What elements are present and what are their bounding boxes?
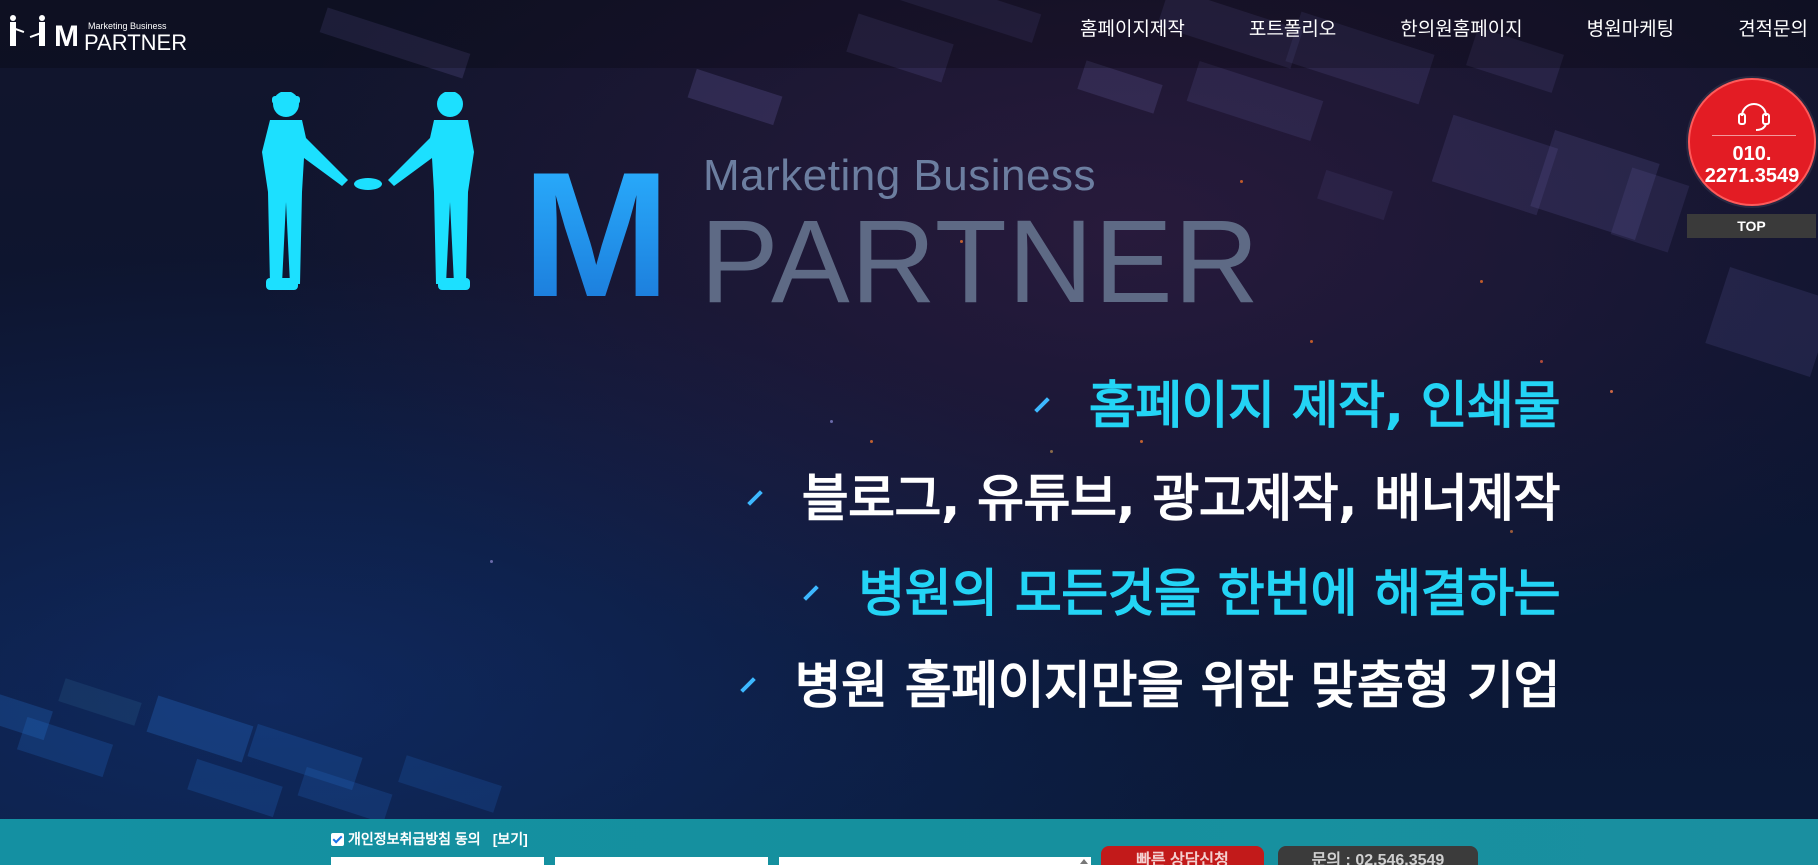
name-input[interactable] [331,857,544,865]
scroll-top-button[interactable]: TOP [1687,214,1816,238]
tagline-1-text: 홈페이지 제작, 인쇄물 [1088,377,1561,436]
slash-icon [1034,397,1050,413]
phone-input[interactable] [555,857,768,865]
hero-logo-m: M [522,135,670,334]
privacy-label: 개인정보취급방침 동의 [348,831,481,847]
slash-icon [803,585,820,601]
svg-text:M: M [54,20,79,53]
privacy-checkbox[interactable] [331,832,344,846]
phone-number-line2: 2271.3549 [1704,165,1800,187]
site-logo[interactable]: M Marketing Business PARTNER [4,10,189,58]
tagline-4: 병원 홈페이지만을 위한 맞춤형 기업 [739,657,1561,717]
hero-logo-tagline: Marketing Business [703,151,1096,200]
tagline-2: 블로그, 유튜브, 광고제작, 배너제작 [746,470,1561,530]
nav-oriental-clinic-homepage[interactable]: 한의원홈페이지 [1368,14,1554,41]
slash-icon [746,490,763,506]
tagline-2-text: 블로그, 유튜브, 광고제작, 배너제작 [801,470,1561,529]
tagline-1: 홈페이지 제작, 인쇄물 [1033,377,1561,437]
privacy-view-link[interactable]: [보기] [493,829,528,849]
nav-homepage-production[interactable]: 홈페이지제작 [1048,14,1217,41]
nav-hospital-marketing[interactable]: 병원마케팅 [1555,14,1706,41]
handshake-figures-icon [262,91,474,290]
headset-icon [1738,103,1770,131]
phone-number-line1: 010. [1732,143,1772,165]
hero-logo-partner: PARTNER [700,196,1260,328]
quick-apply-button[interactable]: 빠른 상담신청 [1101,846,1264,865]
tagline-4-text: 병원 홈페이지만을 위한 맞춤형 기업 [794,657,1561,716]
tagline-3-text: 병원의 모든것을 한번에 해결하는 [858,565,1560,624]
main-nav: 홈페이지제작 포트폴리오 한의원홈페이지 병원마케팅 견적문의 [1048,0,1818,55]
top-header: M Marketing Business PARTNER 홈페이지제작 포트폴리… [0,0,1818,68]
textarea-scroll-up-icon[interactable] [1079,857,1089,865]
nav-estimate-inquiry[interactable]: 견적문의 [1706,14,1818,41]
logo-small-partner: PARTNER [84,30,188,55]
privacy-consent: 개인정보취급방침 동의 [보기] [331,829,528,849]
tagline-3: 병원의 모든것을 한번에 해결하는 [802,565,1560,625]
inquiry-phone-button[interactable]: 문의 : 02.546.3549 [1278,846,1478,865]
slash-icon [739,677,756,693]
nav-portfolio[interactable]: 포트폴리오 [1217,14,1368,41]
divider [1712,135,1796,136]
message-textarea[interactable] [779,857,1091,865]
call-widget[interactable]: 010. 2271.3549 [1688,78,1816,206]
